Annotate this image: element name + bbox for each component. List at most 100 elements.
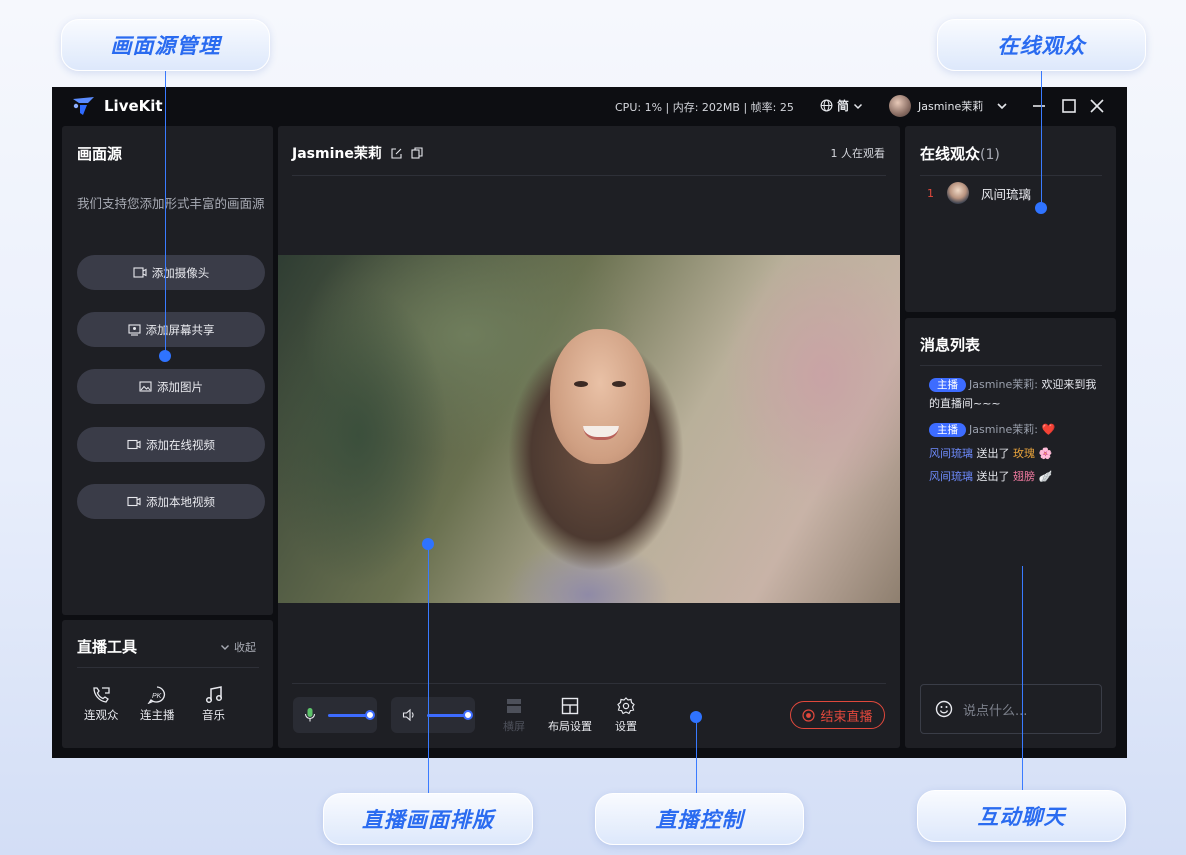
end-live-button[interactable]: 结束直播: [790, 701, 885, 729]
collapse-toggle[interactable]: 收起: [220, 639, 256, 655]
speaker-slider-knob[interactable]: [463, 710, 473, 720]
message-user: Jasmine茉莉:: [969, 378, 1038, 391]
add-camera-label: 添加摄像头: [151, 265, 210, 280]
message-user: 风间琉璃: [929, 447, 973, 460]
live-video-preview[interactable]: [278, 255, 900, 603]
tool-music-label: 音乐: [202, 708, 225, 722]
copy-icon[interactable]: [411, 147, 423, 159]
chat-input-placeholder: 说点什么...: [963, 703, 1028, 719]
message-panel: 消息列表 主播 Jasmine茉莉: 欢迎来到我的直播间~~~ 主播 Jasmine…: [905, 318, 1116, 748]
emoji-icon[interactable]: [935, 700, 953, 718]
close-icon[interactable]: [1090, 99, 1104, 113]
record-stop-icon: [802, 708, 816, 722]
gear-icon: [617, 697, 635, 715]
add-screen-share-button[interactable]: 添加屏幕共享: [77, 312, 265, 347]
connector-layout-line: [428, 544, 429, 793]
source-panel: 画面源 我们支持您添加形式丰富的画面源 添加摄像头 添加屏幕共享 添加图片 添加…: [62, 126, 273, 615]
tool-connect-host[interactable]: PK 连主播: [140, 686, 175, 723]
streamer-smile: [583, 426, 619, 440]
wings-gift-icon: 🪽: [1038, 470, 1053, 483]
livekit-logo-icon: [73, 97, 94, 115]
live-tools-title: 直播工具: [77, 638, 138, 656]
add-image-button[interactable]: 添加图片: [77, 369, 265, 404]
minimize-icon[interactable]: [1032, 99, 1046, 113]
message-divider: [920, 365, 1102, 366]
host-tag: 主播: [929, 423, 966, 437]
tool-connect-audience[interactable]: 连观众: [84, 686, 119, 723]
video-icon: [127, 439, 141, 450]
language-switch[interactable]: 简: [820, 97, 863, 114]
add-online-video-label: 添加在线视频: [146, 437, 215, 452]
rose-gift-icon: 🌸: [1038, 447, 1053, 460]
add-camera-button[interactable]: 添加摄像头: [77, 255, 265, 290]
viewer-count: 1 人在观看: [830, 147, 886, 160]
add-local-video-button[interactable]: 添加本地视频: [77, 484, 265, 519]
image-icon: [139, 381, 152, 392]
room-title: Jasmine茉莉: [292, 146, 382, 162]
room-header: Jasmine茉莉: [292, 143, 423, 163]
add-screen-share-label: 添加屏幕共享: [145, 322, 215, 337]
user-menu[interactable]: Jasmine茉莉: [889, 95, 1008, 117]
collapse-label: 收起: [234, 641, 256, 654]
host-tag: 主播: [929, 378, 966, 392]
title-bar: LiveKit CPU: 1% | 内存: 202MB | 帧率: 25 简 J…: [52, 87, 1127, 125]
source-panel-title: 画面源: [77, 145, 123, 163]
connector-control-line: [696, 717, 697, 793]
message-user: 风间琉璃: [929, 470, 973, 483]
message-item: 主播 Jasmine茉莉: ❤️: [929, 420, 1097, 439]
callout-source-management: 画面源管理: [61, 19, 270, 71]
tool-music[interactable]: 音乐: [202, 686, 225, 723]
speaker-slider[interactable]: [427, 714, 468, 717]
audience-rank: 1: [927, 186, 934, 200]
settings-button[interactable]: 设置: [615, 697, 637, 734]
edit-icon[interactable]: [390, 147, 403, 160]
pk-icon: PK: [147, 686, 166, 704]
add-image-label: 添加图片: [157, 379, 203, 394]
video-icon: [127, 496, 141, 507]
end-live-label: 结束直播: [820, 709, 873, 725]
message-item: 主播 Jasmine茉莉: 欢迎来到我的直播间~~~: [929, 375, 1097, 413]
connector-viewers-dot: [1035, 202, 1047, 214]
gift-name: 玫瑰: [1013, 447, 1035, 460]
user-name: Jasmine茉莉: [918, 100, 984, 113]
connector-chat-line: [1022, 566, 1023, 790]
globe-icon: [820, 99, 833, 112]
microphone-control[interactable]: [293, 697, 377, 733]
streamer-eye-right: [612, 381, 626, 387]
music-icon: [205, 686, 222, 704]
layout-settings-label: 布局设置: [548, 720, 592, 733]
callout-online-viewers: 在线观众: [937, 19, 1146, 71]
microphone-slider-knob[interactable]: [365, 710, 375, 720]
maximize-icon[interactable]: [1062, 99, 1076, 113]
microphone-icon: [304, 708, 316, 722]
connector-control-dot: [690, 711, 702, 723]
audience-title: 在线观众: [920, 145, 981, 163]
audience-count: (1): [980, 147, 1000, 163]
chat-input[interactable]: 说点什么...: [920, 684, 1102, 734]
heart-emoji: ❤️: [1041, 423, 1056, 436]
message-verb: 送出了: [976, 447, 1010, 460]
landscape-label: 横屏: [503, 720, 525, 733]
svg-text:PK: PK: [152, 693, 162, 700]
app-window: LiveKit CPU: 1% | 内存: 202MB | 帧率: 25 简 J…: [52, 87, 1127, 758]
add-online-video-button[interactable]: 添加在线视频: [77, 427, 265, 462]
layout-settings-button[interactable]: 布局设置: [548, 697, 592, 734]
layout-icon: [561, 697, 579, 715]
speaker-control[interactable]: [391, 697, 475, 733]
speaker-icon: [402, 708, 414, 722]
message-panel-title: 消息列表: [920, 336, 981, 354]
callout-stream-control: 直播控制: [595, 793, 804, 845]
camera-icon: [133, 267, 147, 278]
performance-stats: CPU: 1% | 内存: 202MB | 帧率: 25: [615, 101, 794, 114]
landscape-button[interactable]: 横屏: [503, 697, 525, 734]
chevron-down-icon: [997, 103, 1007, 110]
callout-interactive-chat: 互动聊天: [917, 790, 1126, 842]
message-item: 风间琉璃 送出了 翅膀 🪽: [929, 467, 1097, 486]
source-description: 我们支持您添加形式丰富的画面源: [77, 196, 265, 211]
user-avatar: [889, 95, 911, 117]
microphone-slider[interactable]: [328, 714, 370, 717]
audience-list-item[interactable]: 1 风间琉璃: [927, 182, 1031, 204]
message-item: 风间琉璃 送出了 玫瑰 🌸: [929, 444, 1097, 463]
screen-share-icon: [127, 323, 141, 336]
connector-layout-dot: [422, 538, 434, 550]
